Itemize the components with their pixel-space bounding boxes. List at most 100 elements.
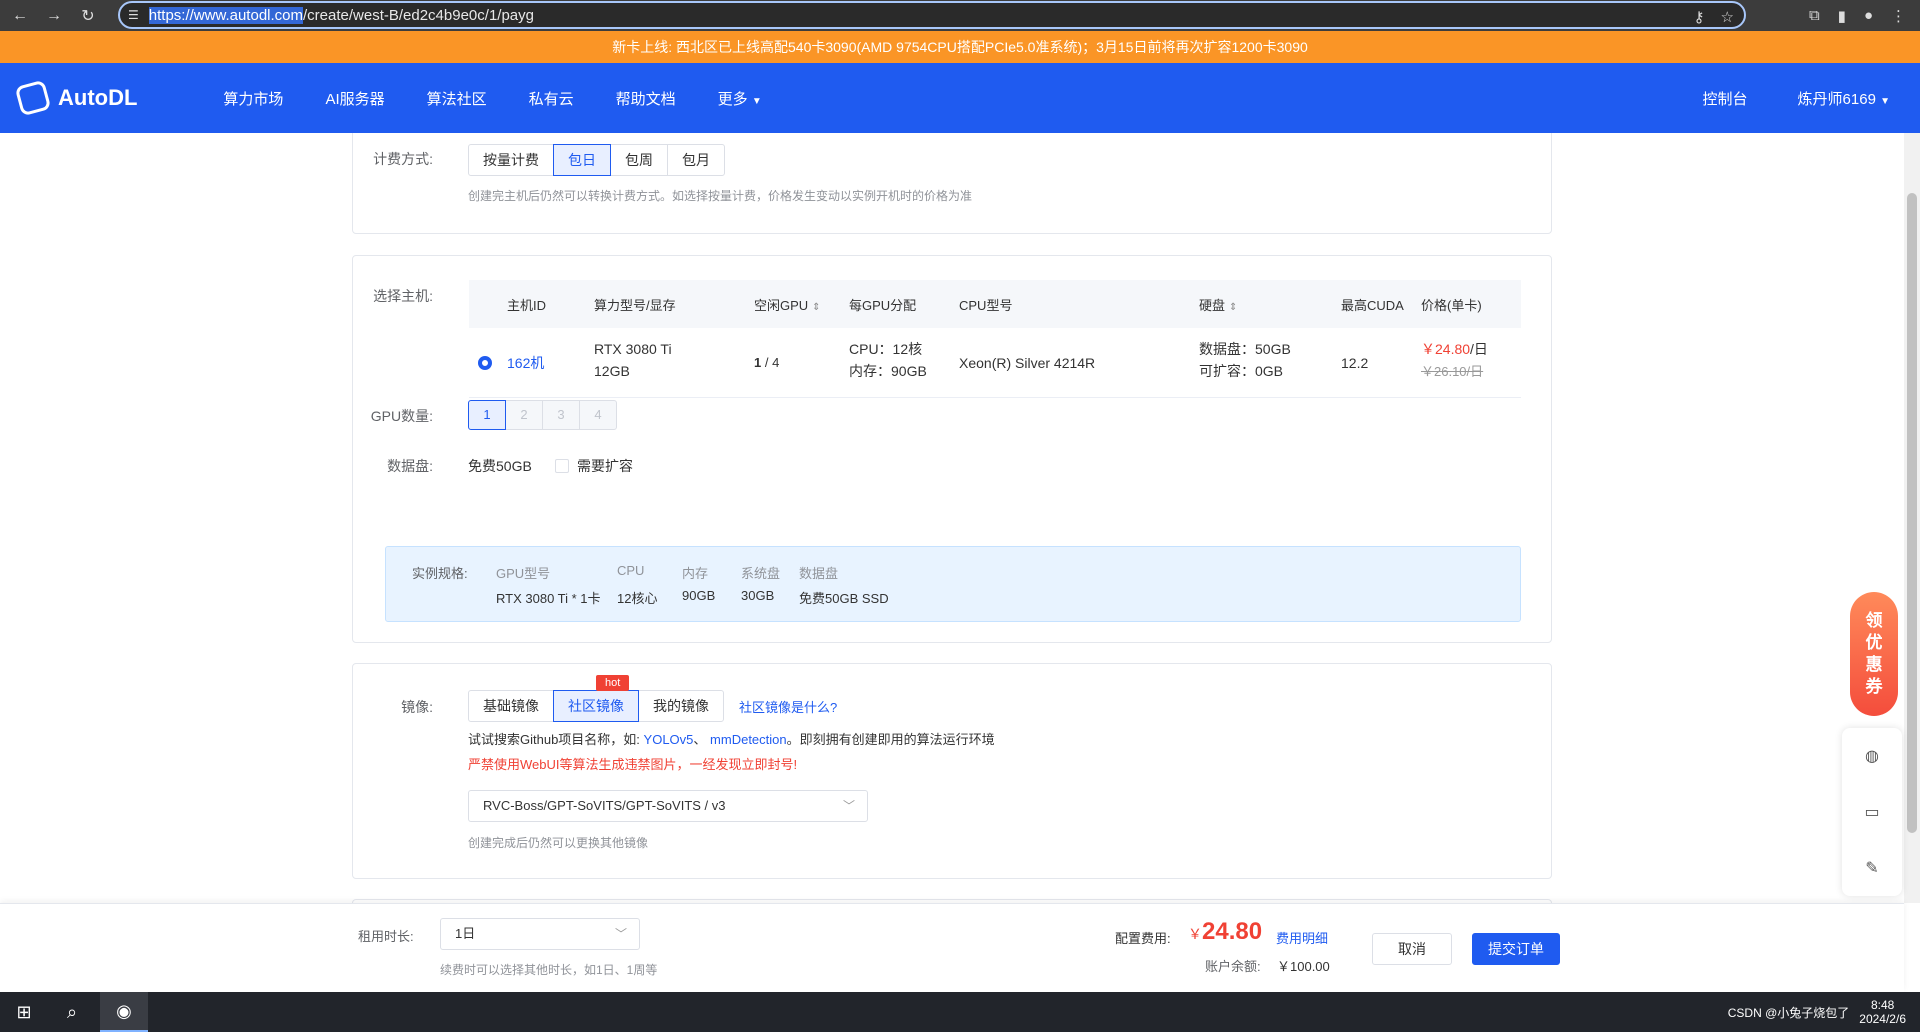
balance-label: 账户余额: (1205, 959, 1261, 974)
nav-item-private-cloud[interactable]: 私有云 (529, 88, 574, 109)
price: ￥24.80 (1421, 341, 1471, 357)
scrollbar[interactable] (1904, 133, 1920, 903)
col-free-gpu-label: 空闲GPU (754, 297, 809, 313)
order-bar: 租用时长: 1日 ﹀ 续费时可以选择其他时长，如1日、1周等 配置费用: ￥24… (0, 903, 1904, 992)
nav-item-more[interactable]: 更多 ▼ (718, 88, 762, 109)
hint-link-mmdetection[interactable]: mmDetection (710, 732, 787, 747)
gpu-vram: 12GB (594, 363, 630, 379)
image-card: 镜像: 基础镜像 hot 社区镜像 我的镜像 社区镜像是什么? 试试搜索Gith… (352, 663, 1552, 879)
expand-checkbox-group[interactable]: 需要扩容 (555, 456, 633, 476)
billing-card: 计费方式: 按量计费 包日 包周 包月 创建完主机后仍然可以转换计费方式。如选择… (352, 133, 1552, 234)
billing-option-monthly[interactable]: 包月 (667, 144, 725, 176)
gpu-count-label: GPU数量: (370, 408, 433, 424)
hint-link-yolov5[interactable]: YOLOv5 (644, 732, 694, 747)
data-disk-label: 数据盘: (387, 458, 433, 474)
hint-sep: 、 (693, 732, 707, 747)
tab-base-image[interactable]: 基础镜像 (468, 690, 554, 722)
duration-tip: 续费时可以选择其他时长，如1日、1周等 (440, 963, 658, 977)
spec-header-mem: 内存 (682, 566, 709, 581)
host-radio[interactable] (478, 355, 492, 370)
cancel-button[interactable]: 取消 (1372, 933, 1452, 965)
logo[interactable]: AutoDL (14, 79, 137, 117)
tab-my-image[interactable]: 我的镜像 (638, 690, 724, 722)
reload-icon[interactable]: ↻ (74, 2, 102, 30)
wechat-icon[interactable]: ◍ (1842, 728, 1902, 784)
feedback-icon[interactable]: ✎ (1842, 840, 1902, 896)
balance-value: ￥100.00 (1277, 959, 1330, 974)
free-gpu: 1 / 4 (754, 355, 779, 370)
host-id[interactable]: 162机 (507, 353, 544, 373)
clock[interactable]: 8:48 2024/2/6 (1859, 998, 1906, 1026)
billing-options: 按量计费 包日 包周 包月 (468, 144, 725, 176)
gpu-count-4: 4 (579, 400, 617, 430)
spec-header-cpu: CPU (617, 563, 645, 578)
instance-spec-box: 实例规格: GPU型号 CPU 内存 系统盘 数据盘 RTX 3080 Ti *… (385, 546, 1521, 622)
clock-time: 8:48 (1870, 998, 1895, 1012)
image-tabs: 基础镜像 hot 社区镜像 我的镜像 (468, 675, 724, 722)
menu-icon[interactable]: ⋮ (1891, 7, 1906, 25)
expand-checkbox[interactable] (555, 459, 569, 473)
nav-item-ai-server[interactable]: AI服务器 (325, 88, 384, 109)
create-instance-form: 计费方式: 按量计费 包日 包周 包月 创建完主机后仍然可以转换计费方式。如选择… (0, 133, 1904, 903)
sort-icon: ⇕ (1229, 301, 1238, 313)
spec-header-data-disk: 数据盘 (799, 566, 839, 581)
side-tools: ◍ ▭ ✎ (1842, 728, 1902, 896)
image-select[interactable]: RVC-Boss/GPT-SoVITS/GPT-SoVITS / v3 ﹀ (468, 790, 868, 822)
os-taskbar: ⊞ ⌕ ◉ CSDN @小兔子烧包了 8:48 2024/2/6 (0, 992, 1920, 1032)
col-disk[interactable]: 硬盘 ⇕ (1199, 295, 1237, 314)
spec-label: 实例规格: (412, 566, 468, 581)
address-bar[interactable]: ☰ https://www.autodl.com/create/west-B/e… (118, 1, 1746, 29)
submit-order-button[interactable]: 提交订单 (1472, 933, 1560, 965)
announcement-banner[interactable]: 新卡上线: 西北区已上线高配540卡3090(AMD 9754CPU搭配PCIe… (0, 31, 1920, 63)
billing-option-payg[interactable]: 按量计费 (468, 144, 554, 176)
browser-toolbar: ← → ↻ ☰ https://www.autodl.com/create/we… (0, 0, 1920, 31)
billing-option-weekly[interactable]: 包周 (610, 144, 668, 176)
nav-item-docs[interactable]: 帮助文档 (616, 88, 676, 109)
col-free-gpu[interactable]: 空闲GPU ⇕ (754, 295, 821, 314)
bookmark-star-icon[interactable]: ☆ (1721, 8, 1734, 26)
forward-icon[interactable]: → (40, 2, 68, 30)
host-table: 主机ID 算力型号/显存 空闲GPU ⇕ 每GPU分配 CPU型号 硬盘 ⇕ 最高C… (469, 280, 1521, 398)
search-icon[interactable]: ⌕ (48, 992, 96, 1032)
sidebar-icon[interactable]: ▮ (1838, 7, 1846, 25)
back-icon[interactable]: ← (6, 2, 34, 30)
coupon-button[interactable]: 领 优 惠 券 (1850, 592, 1898, 716)
image-select-value: RVC-Boss/GPT-SoVITS/GPT-SoVITS / v3 (483, 798, 726, 813)
clock-date: 2024/2/6 (1859, 1012, 1906, 1026)
scrollbar-thumb[interactable] (1907, 193, 1917, 833)
extensions-icon[interactable]: ⧉ (1809, 7, 1820, 24)
expand-label: 需要扩容 (577, 458, 633, 474)
table-row[interactable]: 162机 RTX 3080 Ti 12GB 1 / 4 CPU：12核 内存：90G… (469, 328, 1521, 398)
nav-item-market[interactable]: 算力市场 (223, 88, 283, 109)
key-icon[interactable]: ⚷ (1694, 8, 1705, 26)
windows-start-icon[interactable]: ⊞ (0, 992, 48, 1032)
per-gpu-alloc: CPU：12核 内存：90GB (849, 338, 927, 382)
chrome-icon[interactable]: ◉ (100, 992, 148, 1032)
price-unit: /日 (1470, 341, 1488, 357)
url-host: https://www.autodl.com (148, 6, 303, 24)
profile-icon[interactable]: ● (1864, 7, 1873, 24)
chat-icon[interactable]: ▭ (1842, 784, 1902, 840)
data-disk-size: 数据盘：50GB (1199, 341, 1291, 357)
price-info: ￥24.80/日 ￥26.10/日 (1421, 338, 1488, 383)
col-price: 价格(单卡) (1421, 297, 1482, 313)
site-info-icon[interactable]: ☰ (128, 8, 139, 22)
gpu-count-1[interactable]: 1 (468, 400, 506, 430)
duration-select[interactable]: 1日 ﹀ (440, 918, 640, 950)
billing-tip: 创建完主机后仍然可以转换计费方式。如选择按量计费，价格发生变动以实例开机时的价格… (468, 189, 973, 203)
gpu-count-3: 3 (542, 400, 580, 430)
nav-item-community[interactable]: 算法社区 (427, 88, 487, 109)
spec-value-gpu: RTX 3080 Ti * 1卡 (496, 591, 601, 606)
billing-option-daily[interactable]: 包日 (553, 144, 611, 176)
tray-watermark: CSDN @小兔子烧包了 (1727, 1005, 1850, 1020)
console-link[interactable]: 控制台 (1703, 88, 1748, 109)
tab-community-image[interactable]: hot 社区镜像 (553, 675, 639, 722)
user-menu[interactable]: 炼丹师6169 ▼ (1798, 88, 1890, 109)
expandable-size: 可扩容：0GB (1199, 363, 1284, 379)
col-disk-label: 硬盘 (1199, 297, 1226, 313)
image-warning: 严禁使用WebUI等算法生成违禁图片，一经发现立即封号! (468, 757, 798, 772)
community-image-help-link[interactable]: 社区镜像是什么? (739, 697, 837, 716)
disk-info: 数据盘：50GB 可扩容：0GB (1199, 338, 1291, 382)
spec-value-data-disk: 免费50GB SSD (799, 591, 889, 606)
cost-detail-link[interactable]: 费用明细 (1276, 928, 1328, 947)
